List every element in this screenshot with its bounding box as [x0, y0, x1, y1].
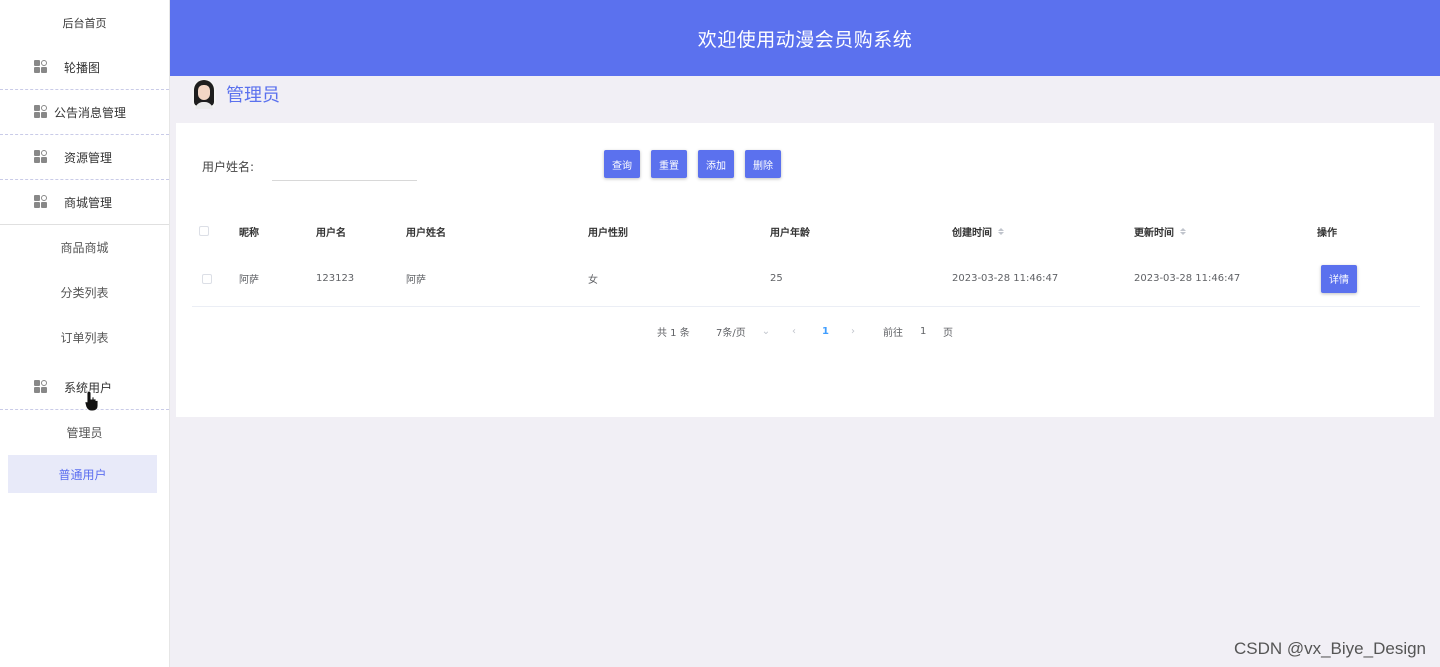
reset-button[interactable]: 重置: [651, 150, 687, 178]
sidebar-group-mall[interactable]: 商城管理: [0, 180, 169, 225]
apps-icon: [34, 60, 50, 74]
pagination: 共 1 条 7条/页 ⌄ ‹ 1 › 前往 1 页: [176, 321, 1434, 341]
pagination-total: 共 1 条: [657, 327, 690, 339]
sidebar-group-label: 商城管理: [64, 195, 113, 210]
cell-nickname: 阿萨: [239, 275, 259, 286]
sidebar-item-normal-users[interactable]: 普通用户: [8, 455, 157, 493]
sort-icon[interactable]: [1180, 227, 1186, 235]
goto-page-input[interactable]: 1: [920, 321, 926, 341]
sidebar-group-carousel[interactable]: 轮播图: [0, 45, 169, 90]
sidebar-item-products[interactable]: 商品商城: [0, 225, 169, 270]
app-title: 欢迎使用动漫会员购系统: [697, 28, 913, 51]
top-header: 欢迎使用动漫会员购系统: [170, 0, 1440, 76]
content-panel: 用户姓名: 查询 重置 添加 删除 昵称 用户名 用户姓名 用户性别 用户年龄 …: [176, 123, 1434, 417]
query-button[interactable]: 查询: [604, 150, 640, 178]
col-updated-label: 更新时间: [1134, 227, 1174, 239]
chevron-down-icon: ⌄: [761, 325, 771, 337]
goto-label: 前往: [883, 327, 903, 339]
cell-created: 2023-03-28 11:46:47: [952, 273, 1059, 284]
detail-button[interactable]: 详情: [1321, 264, 1357, 293]
sidebar: 后台首页 轮播图 公告消息管理 资源管理 商城管理 商品商城 分类列表 订单列表…: [0, 0, 170, 667]
col-realname: 用户姓名: [406, 227, 446, 239]
sidebar-group-announcements[interactable]: 公告消息管理: [0, 90, 169, 135]
delete-button[interactable]: 删除: [745, 150, 781, 178]
sidebar-group-resources[interactable]: 资源管理: [0, 135, 169, 180]
apps-icon: [34, 150, 50, 164]
sidebar-group-label: 轮播图: [64, 60, 101, 75]
apps-icon: [34, 105, 50, 119]
apps-icon: [34, 380, 50, 394]
table-row: 阿萨 123123 阿萨 女 25 2023-03-28 11:46:47 20…: [192, 251, 1420, 307]
page-size-value: 7条/页: [716, 327, 746, 339]
sidebar-item-orders[interactable]: 订单列表: [0, 315, 169, 360]
col-created-label: 创建时间: [952, 227, 992, 239]
sort-icon[interactable]: [998, 227, 1004, 235]
hand-cursor-icon: [84, 390, 99, 412]
watermark: CSDN @vx_Biye_Design: [1233, 639, 1426, 658]
col-created[interactable]: 创建时间: [952, 211, 1004, 251]
next-page-icon[interactable]: ›: [851, 321, 855, 341]
col-gender: 用户性别: [588, 227, 628, 239]
col-nickname: 昵称: [239, 227, 259, 239]
col-updated[interactable]: 更新时间: [1134, 211, 1186, 251]
sidebar-group-label: 公告消息管理: [54, 105, 127, 120]
add-button[interactable]: 添加: [698, 150, 734, 178]
sidebar-item-admins[interactable]: 管理员: [0, 410, 169, 455]
col-action: 操作: [1317, 227, 1337, 239]
apps-icon: [34, 195, 50, 209]
select-all-checkbox[interactable]: [199, 226, 209, 236]
goto-suffix: 页: [943, 327, 953, 339]
sidebar-item-categories[interactable]: 分类列表: [0, 270, 169, 315]
avatar: [192, 79, 216, 109]
cell-age: 25: [770, 273, 783, 284]
table-header-row: 昵称 用户名 用户姓名 用户性别 用户年龄 创建时间 更新时间 操作: [192, 211, 1420, 251]
search-label: 用户姓名:: [202, 160, 255, 174]
cell-gender: 女: [588, 275, 598, 286]
breadcrumb: 管理员: [192, 79, 280, 109]
users-table: 昵称 用户名 用户姓名 用户性别 用户年龄 创建时间 更新时间 操作 阿萨 12…: [192, 211, 1420, 307]
col-username: 用户名: [316, 227, 346, 239]
username-search-input[interactable]: [272, 151, 417, 181]
row-checkbox[interactable]: [202, 273, 212, 284]
cell-username: 123123: [316, 273, 355, 284]
sidebar-group-label: 资源管理: [64, 150, 113, 165]
cell-updated: 2023-03-28 11:46:47: [1134, 273, 1241, 284]
page-number-current[interactable]: 1: [822, 321, 829, 341]
page-size-select[interactable]: 7条/页 ⌄: [716, 321, 770, 341]
col-age: 用户年龄: [770, 227, 810, 239]
sidebar-home[interactable]: 后台首页: [0, 0, 169, 45]
prev-page-icon[interactable]: ‹: [792, 321, 796, 341]
page-title: 管理员: [226, 85, 280, 106]
cell-realname: 阿萨: [406, 275, 426, 286]
